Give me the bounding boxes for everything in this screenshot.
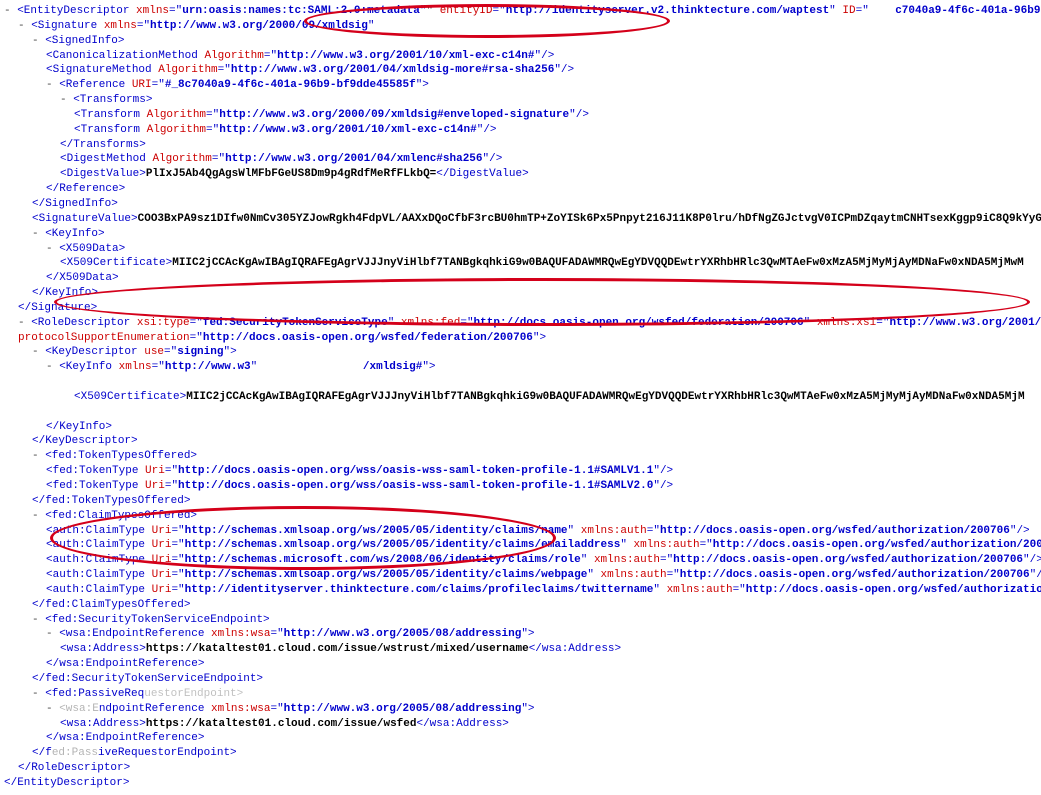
xml-document: - <EntityDescriptor xmlns="urn:oasis:nam… xyxy=(4,4,1037,791)
